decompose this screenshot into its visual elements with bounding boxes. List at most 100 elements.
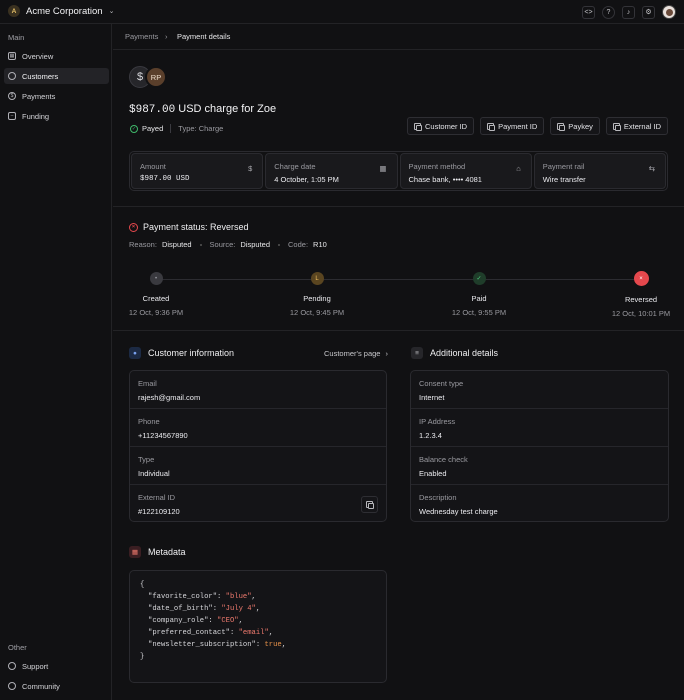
stat-payment-method: Payment method Chase bank, •••• 4081 ⌂ [399,153,532,189]
sidebar-item-support[interactable]: Support [4,658,109,674]
timeline-line [156,279,641,280]
row-value: Internet [419,393,445,402]
timeline-step-name: Paid [471,294,487,303]
copy-payment-id-button[interactable]: Payment ID [480,117,545,135]
timeline-step-created: • Created 12 Oct, 9:36 PM [116,272,196,317]
bell-icon[interactable]: ♪ [622,5,635,19]
button-label: Paykey [568,121,593,131]
code-key: "newsletter_subscription" [148,641,256,649]
top-bar: A Acme Corporation ⌄ <> ? ♪ ⚙ [0,0,684,24]
bank-icon: ⌂ [516,164,521,173]
row-label: Consent type [419,379,464,388]
org-switcher[interactable]: A Acme Corporation ⌄ [8,5,114,17]
code-line: "newsletter_subscription": true, [148,641,287,649]
sidebar-item-payments[interactable]: $ Payments [4,88,109,104]
sidebar-item-funding[interactable]: – Funding [4,108,109,124]
info-row: Email rajesh@gmail.com [130,371,386,409]
chevron-right-icon: › [165,32,168,41]
copy-icon [366,501,374,509]
code-label: Code: [288,240,309,249]
sidebar-item-label: Payments [22,91,56,101]
row-label: IP Address [419,417,456,426]
code-key: "company_role" [148,617,209,625]
org-name: Acme Corporation [26,5,103,17]
copy-external-id-icon-button[interactable] [361,496,378,513]
code-line: "date_of_birth": "July 4", [148,605,261,613]
code-value: R10 [313,240,327,249]
section-title: Additional details [430,348,499,358]
button-label: Customer ID [425,121,468,131]
user-avatar[interactable] [662,5,676,19]
additional-details-card: Consent type Internet IP Address 1.2.3.4… [410,370,669,522]
row-value: +11234567890 [138,431,188,440]
link-label: Customer's page [324,349,381,358]
row-label: Balance check [419,455,468,464]
timeline-step-time: 12 Oct, 9:55 PM [451,308,507,317]
timeline-step-time: 12 Oct, 10:01 PM [611,309,671,318]
chevron-down-icon: ⌄ [108,8,115,15]
button-label: Payment ID [498,121,538,131]
payment-stats: Amount $987.00 USD $ Charge date 4 Octob… [129,151,668,191]
org-avatar: A [8,5,20,17]
copy-customer-id-button[interactable]: Customer ID [407,117,475,135]
timeline-step-reversed: × Reversed 12 Oct, 10:01 PM [601,271,681,318]
info-row: IP Address 1.2.3.4 [411,409,668,447]
braces-icon: ▦ [129,546,141,558]
payment-timeline: • Created 12 Oct, 9:36 PM L Pending 12 O… [113,271,684,322]
customer-page-link[interactable]: Customer's page › [324,349,388,358]
user-icon: ● [129,347,141,359]
status-badge: Payed [142,124,164,133]
metadata-code-block: { "favorite_color": "blue", "date_of_bir… [129,570,387,683]
stat-value: Wire transfer [542,175,586,184]
metadata-title: ▦ Metadata [129,546,186,558]
payment-amount: $987.00 [129,104,176,116]
divider [170,124,172,133]
info-row: Phone +11234567890 [130,409,386,447]
code-icon[interactable]: <> [582,5,595,19]
payment-title-rest: USD charge for Zoe [178,103,277,115]
additional-details-title: ≡ Additional details [411,347,498,359]
row-value: 1.2.3.4 [419,431,442,440]
code-value: "blue" [225,593,252,601]
help-icon[interactable]: ? [602,5,615,19]
copy-paykey-button[interactable]: Paykey [550,117,600,135]
card-icon: – [8,112,16,120]
code-value: "email" [238,629,269,637]
sidebar-heading-other: Other [8,643,27,652]
breadcrumb: Payments › Payment details [113,24,684,50]
stat-label: Amount [140,162,166,171]
timeline-step-name: Created [142,294,170,303]
row-value: rajesh@gmail.com [138,393,201,402]
code-brace-open: { [140,581,145,589]
sidebar-item-label: Funding [22,111,50,121]
row-label: Type [138,455,155,464]
stat-label: Payment rail [542,162,585,171]
dot-icon: • [149,272,163,285]
sidebar-item-label: Support [22,661,49,671]
page-title: $987.00 USD charge for Zoe [129,103,276,116]
sidebar-item-overview[interactable]: ▦ Overview [4,48,109,64]
row-label: Phone [138,417,160,426]
customer-info-card: Email rajesh@gmail.com Phone +1123456789… [129,370,387,522]
timeline-step-pending: L Pending 12 Oct, 9:45 PM [277,272,357,317]
main-content: Payments › Payment details $ RP $987.00 … [113,24,684,700]
calendar-icon: ▦ [379,164,387,173]
gear-icon[interactable]: ⚙ [642,5,655,19]
sidebar-item-community[interactable]: Community [4,678,109,694]
row-label: Email [138,379,157,388]
customer-avatar: RP [145,66,167,88]
sidebar-item-customers[interactable]: Customers [4,68,109,84]
copy-icon [557,122,566,131]
breadcrumb-parent[interactable]: Payments [125,32,158,41]
x-circle-icon: × [129,222,138,232]
timeline-step-time: 12 Oct, 9:36 PM [128,308,184,317]
copy-external-id-button[interactable]: External ID [605,117,668,135]
payment-status-details: Reason: Disputed Source: Disputed Code: … [129,240,327,249]
list-icon: ≡ [411,347,423,359]
section-title: Customer information [148,348,235,358]
code-brace-close: } [140,653,145,661]
source-label: Source: [209,240,236,249]
dollar-icon: $ [248,164,253,173]
stat-label: Charge date [274,162,316,171]
sidebar-item-label: Customers [22,71,59,81]
